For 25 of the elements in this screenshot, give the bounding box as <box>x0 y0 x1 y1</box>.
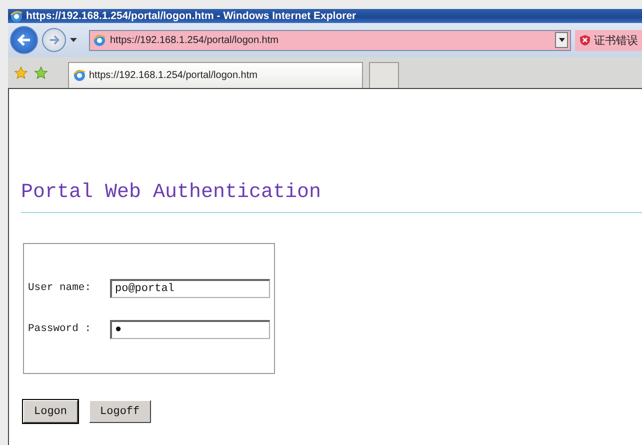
certificate-error-label: 证书错误 <box>594 32 638 48</box>
field-label: User name: <box>28 282 92 294</box>
window-title: https://192.168.1.254/portal/logon.htm - Windows Internet Explorer <box>26 10 356 22</box>
caret-icon <box>558 38 564 42</box>
back-button[interactable] <box>10 26 38 54</box>
field-label: Password : <box>28 323 92 335</box>
page-icon <box>93 34 106 46</box>
input-field[interactable]: ● <box>110 320 270 338</box>
dropdown-button[interactable] <box>555 32 568 48</box>
caret-icon[interactable] <box>70 38 77 42</box>
star-icon[interactable] <box>14 66 28 80</box>
browser-tab[interactable]: https://192.168.1.254/portal/logon.htm <box>68 62 363 88</box>
form-button[interactable]: Logon <box>23 400 78 423</box>
add-star-icon[interactable] <box>34 66 48 80</box>
back-arrow-icon <box>17 34 31 46</box>
tab-icon <box>73 69 86 82</box>
ie-logo-icon <box>10 10 23 22</box>
shield-icon <box>579 34 591 46</box>
input-field[interactable]: po@portal <box>110 278 270 298</box>
certificate-error-button[interactable]: 证书错误 <box>575 30 642 50</box>
form-button[interactable]: Logoff <box>89 400 151 423</box>
page-heading: Portal Web Authentication <box>21 181 642 213</box>
address-field[interactable]: https://192.168.1.254/portal/logon.htm <box>89 30 571 50</box>
forward-arrow-icon <box>48 35 60 45</box>
new-tab-button[interactable] <box>369 62 399 88</box>
